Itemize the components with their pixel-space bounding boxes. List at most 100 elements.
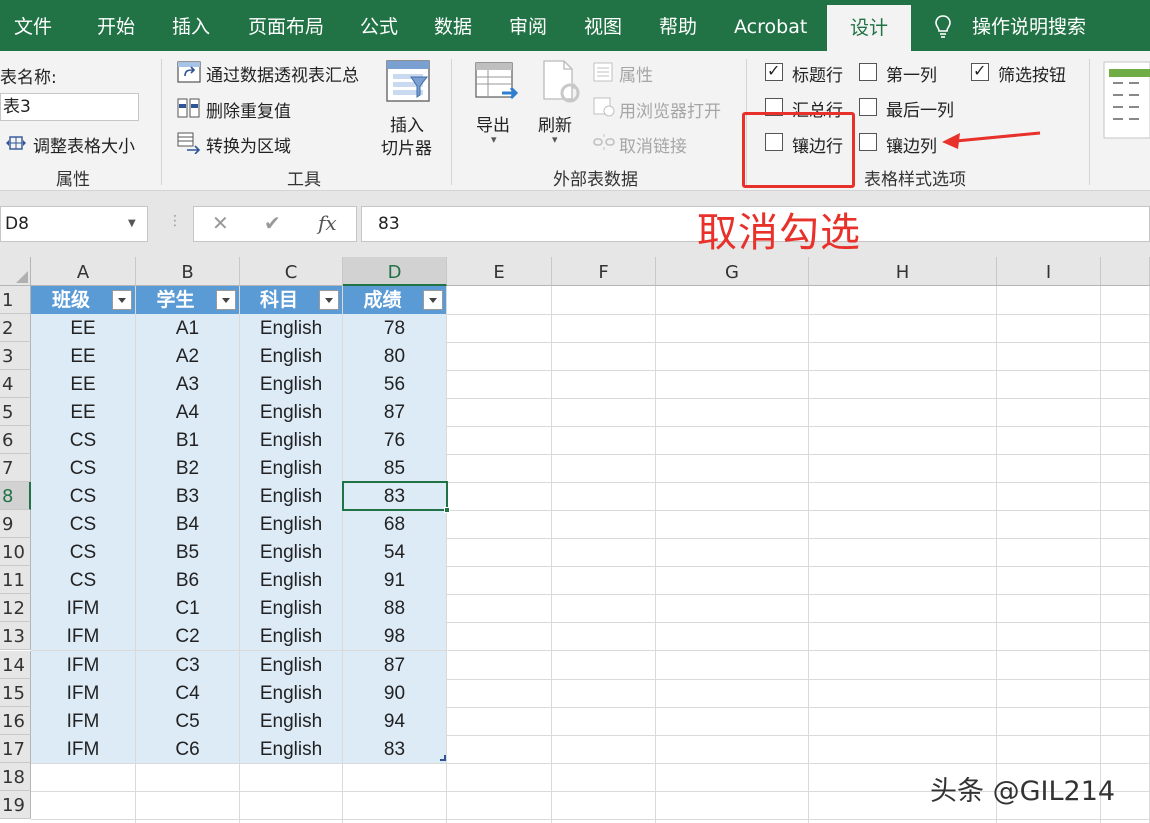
filter-dropdown-icon[interactable] [112, 290, 132, 310]
insert-slicer-label-1[interactable]: 插入 [390, 111, 424, 136]
filter-dropdown-icon[interactable] [216, 290, 236, 310]
table-cell[interactable]: English [240, 454, 342, 482]
table-cell[interactable]: 88 [343, 594, 446, 622]
unlink-button[interactable]: 取消链接 [619, 132, 687, 157]
column-header-b[interactable]: B [136, 257, 240, 286]
table-cell[interactable]: B3 [136, 482, 239, 510]
table-cell[interactable]: 85 [343, 454, 446, 482]
table-cell[interactable]: IFM [31, 679, 135, 707]
table-cell[interactable]: 87 [343, 398, 446, 426]
tab-review[interactable]: 审阅 [509, 0, 547, 51]
table-cell[interactable]: IFM [31, 707, 135, 735]
row-header-2[interactable]: 2 [0, 314, 31, 342]
table-cell[interactable]: EE [31, 342, 135, 370]
header-row-checkbox[interactable]: ✓ [765, 62, 783, 81]
table-cell[interactable]: A3 [136, 370, 239, 398]
enter-icon[interactable]: ✔ [264, 211, 281, 235]
tab-formulas[interactable]: 公式 [360, 0, 398, 51]
table-cell[interactable]: EE [31, 398, 135, 426]
banded-columns-checkbox[interactable] [859, 133, 877, 151]
column-header-h[interactable]: H [809, 257, 997, 286]
tab-design[interactable]: 设计 [827, 5, 911, 51]
table-cell[interactable]: 90 [343, 679, 446, 707]
table-cell[interactable]: 83 [343, 735, 446, 763]
active-cell-selection[interactable] [342, 481, 448, 511]
tab-acrobat[interactable]: Acrobat [734, 0, 807, 51]
row-header-9[interactable]: 9 [0, 510, 31, 538]
cancel-icon[interactable]: ✕ [212, 211, 229, 235]
row-header-15[interactable]: 15 [0, 679, 31, 707]
table-cell[interactable]: 91 [343, 566, 446, 594]
table-cell[interactable]: B6 [136, 566, 239, 594]
last-column-checkbox[interactable] [859, 98, 877, 116]
tab-view[interactable]: 视图 [584, 0, 622, 51]
table-header-cell[interactable]: 科目 [240, 286, 342, 314]
resize-table-button[interactable]: 调整表格大小 [33, 132, 135, 157]
table-cell[interactable]: English [240, 314, 342, 342]
table-cell[interactable]: C1 [136, 594, 239, 622]
external-properties-button[interactable]: 属性 [619, 61, 653, 86]
table-cell[interactable]: IFM [31, 622, 135, 650]
filter-button-checkbox[interactable]: ✓ [971, 62, 989, 81]
table-cell[interactable]: B5 [136, 538, 239, 566]
table-name-input[interactable]: 表3 [0, 93, 139, 121]
table-header-cell[interactable]: 成绩 [343, 286, 446, 314]
summarize-pivot-button[interactable]: 通过数据透视表汇总 [206, 61, 359, 86]
column-header-f[interactable]: F [552, 257, 656, 286]
row-header-17[interactable]: 17 [0, 735, 31, 763]
table-cell[interactable]: English [240, 735, 342, 763]
table-cell[interactable]: English [240, 510, 342, 538]
export-dropdown-icon[interactable]: ▾ [491, 133, 497, 146]
table-cell[interactable]: IFM [31, 651, 135, 679]
column-header-i[interactable]: I [997, 257, 1101, 286]
tab-data[interactable]: 数据 [434, 0, 472, 51]
table-cell[interactable]: English [240, 426, 342, 454]
table-resize-handle[interactable] [440, 755, 446, 761]
table-cell[interactable]: C4 [136, 679, 239, 707]
column-header-overflow[interactable] [1101, 257, 1150, 286]
table-cell[interactable]: English [240, 566, 342, 594]
insert-function-icon[interactable]: fx [318, 211, 337, 235]
table-cell[interactable]: English [240, 651, 342, 679]
remove-duplicates-button[interactable]: 删除重复值 [206, 97, 291, 122]
refresh-dropdown-icon[interactable]: ▾ [552, 133, 558, 146]
row-header-5[interactable]: 5 [0, 398, 31, 426]
table-cell[interactable]: A1 [136, 314, 239, 342]
column-header-a[interactable]: A [31, 257, 136, 286]
row-header-11[interactable]: 11 [0, 566, 31, 594]
table-cell[interactable]: C6 [136, 735, 239, 763]
table-cell[interactable]: C3 [136, 651, 239, 679]
first-column-checkbox[interactable] [859, 63, 877, 81]
table-cell[interactable]: 78 [343, 314, 446, 342]
table-cell[interactable]: English [240, 370, 342, 398]
table-cell[interactable]: CS [31, 538, 135, 566]
select-all-button[interactable] [0, 257, 31, 286]
table-cell[interactable]: 98 [343, 622, 446, 650]
column-header-e[interactable]: E [447, 257, 552, 286]
row-header-7[interactable]: 7 [0, 454, 31, 482]
row-header-6[interactable]: 6 [0, 426, 31, 454]
table-cell[interactable]: IFM [31, 735, 135, 763]
table-cell[interactable]: 80 [343, 342, 446, 370]
table-cell[interactable]: CS [31, 426, 135, 454]
table-cell[interactable]: English [240, 538, 342, 566]
tab-help[interactable]: 帮助 [659, 0, 697, 51]
convert-to-range-button[interactable]: 转换为区域 [206, 132, 291, 157]
tab-insert[interactable]: 插入 [172, 0, 210, 51]
row-header-1[interactable]: 1 [0, 286, 31, 314]
table-cell[interactable]: A2 [136, 342, 239, 370]
tab-file[interactable]: 文件 [14, 0, 52, 51]
column-header-c[interactable]: C [240, 257, 343, 286]
table-cell[interactable]: English [240, 622, 342, 650]
table-cell[interactable]: C2 [136, 622, 239, 650]
row-header-10[interactable]: 10 [0, 538, 31, 566]
filter-dropdown-icon[interactable] [423, 290, 443, 310]
formula-bar-grip-icon[interactable]: ⋮ [168, 213, 182, 229]
table-cell[interactable]: 54 [343, 538, 446, 566]
row-header-18[interactable]: 18 [0, 763, 31, 791]
table-cell[interactable]: B1 [136, 426, 239, 454]
name-box-dropdown-icon[interactable]: ▼ [128, 218, 136, 229]
table-cell[interactable]: CS [31, 482, 135, 510]
fill-handle[interactable] [444, 507, 450, 513]
row-header-19[interactable]: 19 [0, 791, 31, 819]
